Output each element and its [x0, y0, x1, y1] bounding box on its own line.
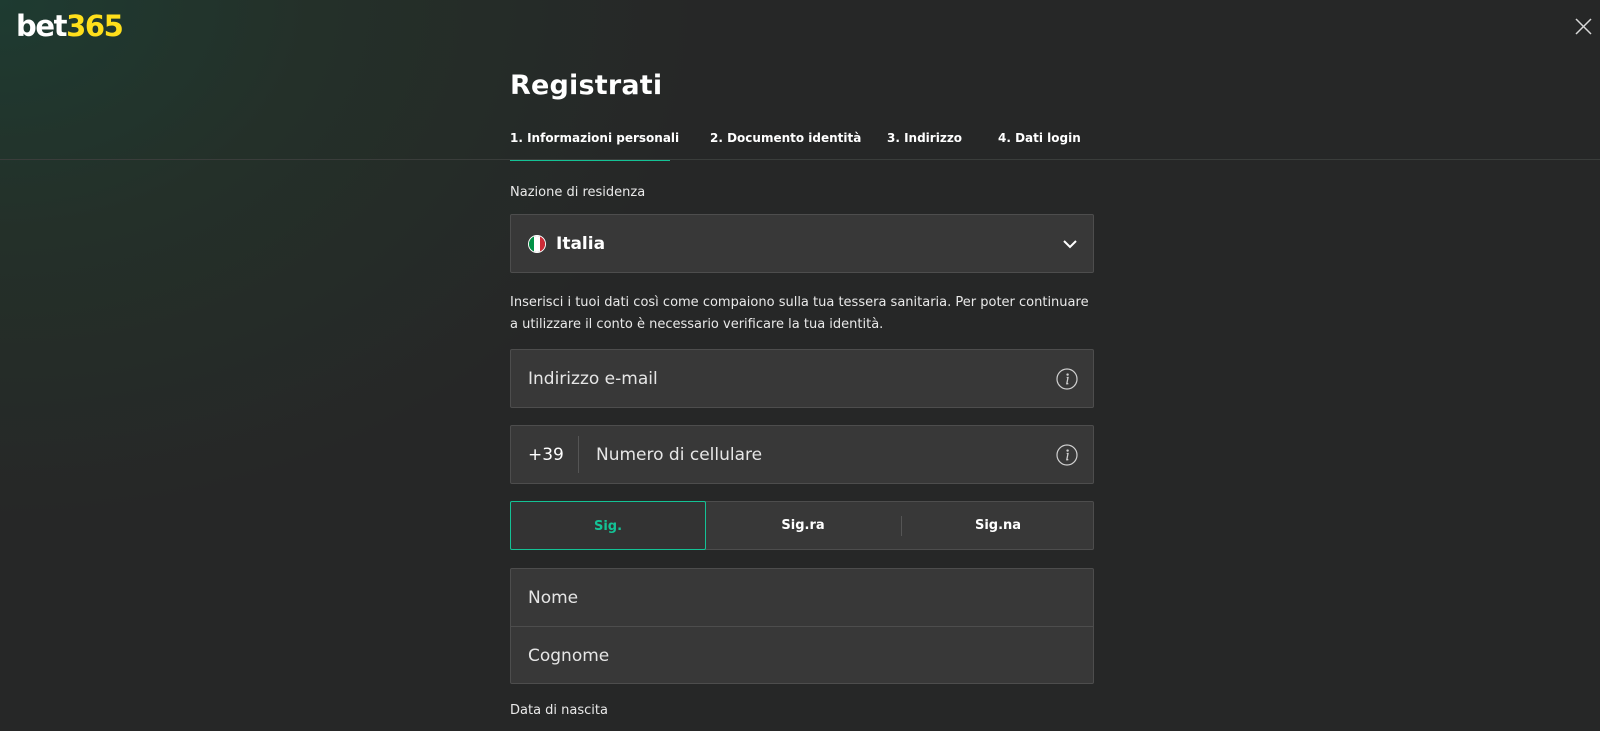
- first-name-field[interactable]: [511, 569, 1093, 626]
- tabs-divider: [0, 159, 1600, 160]
- email-field-wrapper: [510, 349, 1094, 408]
- info-icon[interactable]: [1056, 368, 1078, 390]
- chevron-down-icon: [1063, 240, 1077, 249]
- info-icon[interactable]: [1056, 444, 1078, 466]
- first-name-row: [511, 569, 1093, 626]
- phone-field-wrapper: +39: [510, 425, 1094, 484]
- italy-flag-icon: [528, 235, 546, 253]
- logo-text-365: 365: [66, 9, 124, 43]
- page-title: Registrati: [510, 70, 663, 101]
- logo-text-bet: bet: [16, 9, 67, 43]
- salutation-option-sigra[interactable]: Sig.ra: [705, 501, 901, 550]
- birthdate-label: Data di nascita: [510, 703, 608, 718]
- last-name-row: [511, 627, 1093, 684]
- identity-info-text: Inserisci i tuoi dati così come compaion…: [510, 295, 1089, 332]
- salutation-selector: Sig. Sig.ra Sig.na: [510, 501, 1094, 550]
- country-select[interactable]: Italia: [510, 214, 1094, 273]
- tab-documento-identita[interactable]: 2. Documento identità: [710, 126, 861, 160]
- country-label: Nazione di residenza: [510, 185, 646, 200]
- salutation-option-signa[interactable]: Sig.na: [900, 501, 1096, 550]
- salutation-option-sig[interactable]: Sig.: [510, 501, 706, 550]
- last-name-field[interactable]: [511, 627, 1093, 684]
- tab-indirizzo[interactable]: 3. Indirizzo: [887, 126, 962, 160]
- tab-informazioni-personali[interactable]: 1. Informazioni personali: [510, 126, 679, 161]
- close-icon[interactable]: [1575, 18, 1592, 35]
- tab-dati-login[interactable]: 4. Dati login: [998, 126, 1081, 160]
- bet365-logo[interactable]: bet365: [16, 9, 124, 43]
- phone-field[interactable]: [511, 426, 1093, 483]
- country-value: Italia: [556, 234, 606, 254]
- email-field[interactable]: [511, 350, 1093, 407]
- name-fields: [510, 568, 1094, 684]
